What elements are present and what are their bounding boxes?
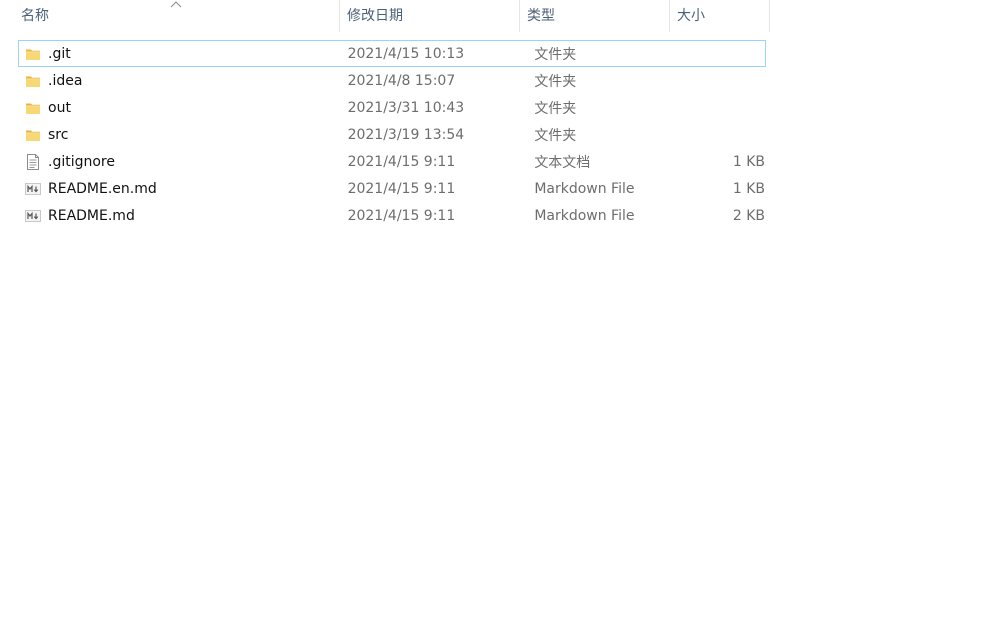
folder-icon — [25, 127, 41, 143]
file-row[interactable]: .gitignore 2021/4/15 9:11 文本文档 1 KB — [18, 148, 766, 175]
file-name: src — [48, 126, 69, 143]
file-type: 文件夹 — [534, 100, 577, 117]
file-date: 2021/4/15 9:11 — [347, 153, 456, 170]
file-date: 2021/4/8 15:07 — [347, 72, 456, 89]
text-document-icon — [25, 153, 41, 170]
column-header-bar: 名称 修改日期 类型 大小 — [0, 0, 770, 32]
file-date: 2021/4/15 9:11 — [347, 207, 456, 224]
file-date: 2021/3/19 13:54 — [347, 126, 465, 143]
column-header-name-label: 名称 — [21, 8, 49, 24]
column-header-name[interactable]: 名称 — [0, 0, 340, 32]
file-rows: .git 2021/4/15 10:13 文件夹 .idea 2021/4/8 … — [18, 40, 766, 229]
file-name-cell: .gitignore — [19, 153, 341, 170]
file-type: 文件夹 — [534, 73, 577, 90]
file-size: 1 KB — [732, 180, 765, 197]
file-row[interactable]: .idea 2021/4/8 15:07 文件夹 — [18, 67, 766, 94]
chevron-up-icon — [170, 1, 182, 8]
file-name: out — [48, 99, 71, 116]
column-header-type[interactable]: 类型 — [520, 0, 670, 32]
file-type: Markdown File — [534, 207, 635, 224]
file-list-view: 名称 修改日期 类型 大小 .git 2021/4/15 10:13 文件夹 .… — [0, 0, 987, 642]
file-name-cell: src — [19, 127, 341, 143]
file-name-cell: README.en.md — [19, 181, 341, 197]
file-type: 文件夹 — [534, 46, 577, 63]
column-header-size[interactable]: 大小 — [670, 0, 770, 32]
file-name-cell: .idea — [19, 73, 341, 89]
column-header-date[interactable]: 修改日期 — [340, 0, 520, 32]
file-size: 2 KB — [732, 207, 765, 224]
column-header-date-label: 修改日期 — [347, 8, 403, 24]
file-name: README.md — [48, 207, 135, 224]
file-row[interactable]: README.md 2021/4/15 9:11 Markdown File 2… — [18, 202, 766, 229]
folder-icon — [25, 100, 41, 116]
file-date: 2021/4/15 9:11 — [347, 180, 456, 197]
markdown-file-icon — [25, 181, 41, 197]
file-row[interactable]: .git 2021/4/15 10:13 文件夹 — [18, 40, 766, 67]
file-type: 文件夹 — [534, 127, 577, 144]
folder-icon — [25, 73, 41, 89]
file-name: README.en.md — [48, 180, 157, 197]
folder-icon — [25, 46, 41, 62]
column-header-size-label: 大小 — [677, 8, 705, 24]
file-type: 文本文档 — [534, 154, 591, 171]
markdown-file-icon — [25, 208, 41, 224]
file-name: .idea — [48, 72, 83, 89]
file-name: .gitignore — [48, 153, 115, 170]
file-size: 1 KB — [732, 153, 765, 170]
file-date: 2021/3/31 10:43 — [347, 99, 465, 116]
file-name-cell: out — [19, 100, 341, 116]
file-name: .git — [48, 45, 71, 62]
file-date: 2021/4/15 10:13 — [347, 45, 465, 62]
file-name-cell: .git — [19, 46, 341, 62]
file-row[interactable]: out 2021/3/31 10:43 文件夹 — [18, 94, 766, 121]
file-name-cell: README.md — [19, 208, 341, 224]
file-type: Markdown File — [534, 180, 635, 197]
file-row[interactable]: README.en.md 2021/4/15 9:11 Markdown Fil… — [18, 175, 766, 202]
column-header-type-label: 类型 — [527, 8, 555, 24]
file-row[interactable]: src 2021/3/19 13:54 文件夹 — [18, 121, 766, 148]
